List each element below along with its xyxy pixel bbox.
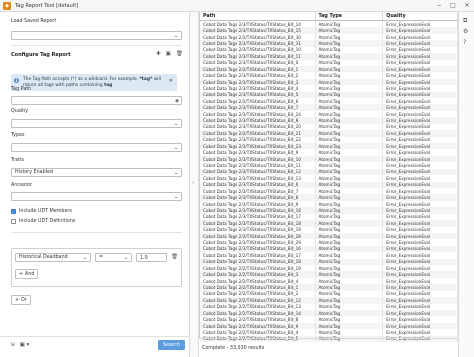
results-table: Path Tag Type Quality Cobot Data Tags 2/… bbox=[199, 12, 458, 343]
tag-browse-icon[interactable]: ◈ bbox=[175, 98, 179, 104]
filter-value-input[interactable]: 1.0 bbox=[136, 253, 167, 262]
add-and-button[interactable]: + And bbox=[15, 269, 39, 279]
chevron-down-icon: ⌄ bbox=[123, 254, 129, 261]
include-udt-members-label: Include UDT Members bbox=[19, 209, 72, 214]
left-footer: ⇲ ▣ ▾ Search bbox=[0, 336, 190, 357]
include-udt-definitions-label: Include UDT Definitions bbox=[19, 219, 76, 224]
filter-operator-value: = bbox=[99, 255, 104, 260]
delete-icon[interactable]: 🗑 bbox=[176, 51, 183, 57]
include-udt-definitions-row[interactable]: Include UDT Definitions bbox=[11, 219, 75, 224]
plus-icon: + bbox=[19, 271, 24, 277]
plus-icon: + bbox=[15, 297, 20, 303]
table-header: Path Tag Type Quality bbox=[200, 12, 458, 21]
status-text: Complete - 33,030 results bbox=[202, 345, 265, 351]
maximize-button[interactable]: □ bbox=[446, 0, 460, 12]
export-icon[interactable]: ⇲ bbox=[10, 342, 15, 348]
tag-path-label: Tag Path bbox=[11, 87, 32, 92]
ignition-icon: ◆ bbox=[3, 1, 11, 10]
minimize-button[interactable]: − bbox=[432, 0, 446, 12]
delete-icon[interactable]: 🗑 bbox=[171, 254, 178, 260]
filter-field-value: Historical Deadband bbox=[19, 255, 68, 260]
configure-title: Configure Tag Report bbox=[11, 52, 71, 58]
ancestor-dropdown[interactable]: ⌄ bbox=[11, 192, 182, 201]
add-or-button[interactable]: + Or bbox=[11, 295, 31, 305]
include-udt-members-row[interactable]: ✓ Include UDT Members bbox=[11, 209, 72, 214]
right-toolbar: ⧉ ⚙ ? bbox=[458, 12, 474, 357]
panel-splitter[interactable]: ‹ bbox=[190, 12, 199, 357]
traits-label: Traits bbox=[11, 158, 24, 163]
close-button[interactable]: ✕ bbox=[460, 0, 474, 12]
window-title: Tag Report Tool [default] bbox=[15, 2, 79, 9]
tag-path-input[interactable]: ◈ bbox=[11, 96, 182, 105]
quality-dropdown[interactable]: ⌄ bbox=[11, 119, 182, 128]
close-icon[interactable]: ✕ bbox=[169, 78, 173, 84]
load-saved-dropdown[interactable]: ⌄ bbox=[11, 31, 182, 40]
chevron-down-icon: ⌄ bbox=[82, 254, 88, 261]
chevron-down-icon: ⌄ bbox=[173, 32, 179, 39]
types-dropdown[interactable]: ⌄ bbox=[11, 143, 182, 152]
chevron-down-icon: ⌄ bbox=[173, 169, 179, 176]
or-label: Or bbox=[21, 297, 27, 303]
info-icon: i bbox=[14, 78, 19, 83]
info-text: The Tag Path accepts (*) as a wildcard. … bbox=[23, 77, 161, 88]
divider bbox=[11, 232, 182, 233]
filter-field-dropdown[interactable]: Historical Deadband ⌄ bbox=[15, 253, 91, 262]
chevron-down-icon: ⌄ bbox=[173, 144, 179, 151]
chevron-down-icon: ⌄ bbox=[173, 120, 179, 127]
info-banner: i The Tag Path accepts (*) as a wildcard… bbox=[11, 74, 177, 91]
types-label: Types bbox=[11, 133, 25, 138]
include-udt-definitions-checkbox[interactable] bbox=[11, 219, 16, 224]
traits-value: History Enabled bbox=[15, 170, 53, 175]
traits-dropdown[interactable]: History Enabled ⌄ bbox=[11, 168, 182, 177]
copy-icon[interactable]: ⧉ bbox=[463, 17, 467, 25]
divider bbox=[11, 45, 182, 46]
help-icon[interactable]: ? bbox=[463, 39, 466, 46]
config-panel: Load Saved Report ⌄ Configure Tag Report… bbox=[0, 12, 190, 357]
save-icon[interactable]: ▣ bbox=[166, 51, 171, 57]
new-report-icon[interactable]: ✚ bbox=[156, 51, 161, 57]
ancestor-label: Ancestor bbox=[11, 183, 33, 188]
title-bar: ◆ Tag Report Tool [default] − □ ✕ bbox=[0, 0, 474, 12]
chevron-down-icon: ⌄ bbox=[173, 193, 179, 200]
quality-label: Quality bbox=[11, 109, 29, 114]
column-header-path[interactable]: Path bbox=[200, 12, 316, 20]
filter-operator-dropdown[interactable]: = ⌄ bbox=[95, 253, 132, 262]
column-header-quality[interactable]: Quality bbox=[383, 12, 458, 20]
filter-value: 1.0 bbox=[140, 255, 148, 261]
status-bar: Complete - 33,030 results bbox=[199, 338, 458, 357]
search-button[interactable]: Search bbox=[158, 340, 185, 350]
chevron-left-icon[interactable]: ‹ bbox=[192, 180, 194, 186]
gear-icon[interactable]: ⚙ bbox=[463, 28, 468, 35]
include-udt-members-checkbox[interactable]: ✓ bbox=[11, 209, 16, 214]
table-body: Cobot Data Tags 2/3/TXStatus/TXStatus_Bi… bbox=[200, 21, 458, 343]
save-icon[interactable]: ▣ ▾ bbox=[20, 342, 30, 348]
load-saved-label: Load Saved Report bbox=[11, 19, 57, 24]
filter-group: Historical Deadband ⌄ = ⌄ 1.0 🗑 + And bbox=[11, 248, 182, 287]
and-label: And bbox=[25, 271, 35, 277]
column-header-tag-type[interactable]: Tag Type bbox=[316, 12, 384, 20]
